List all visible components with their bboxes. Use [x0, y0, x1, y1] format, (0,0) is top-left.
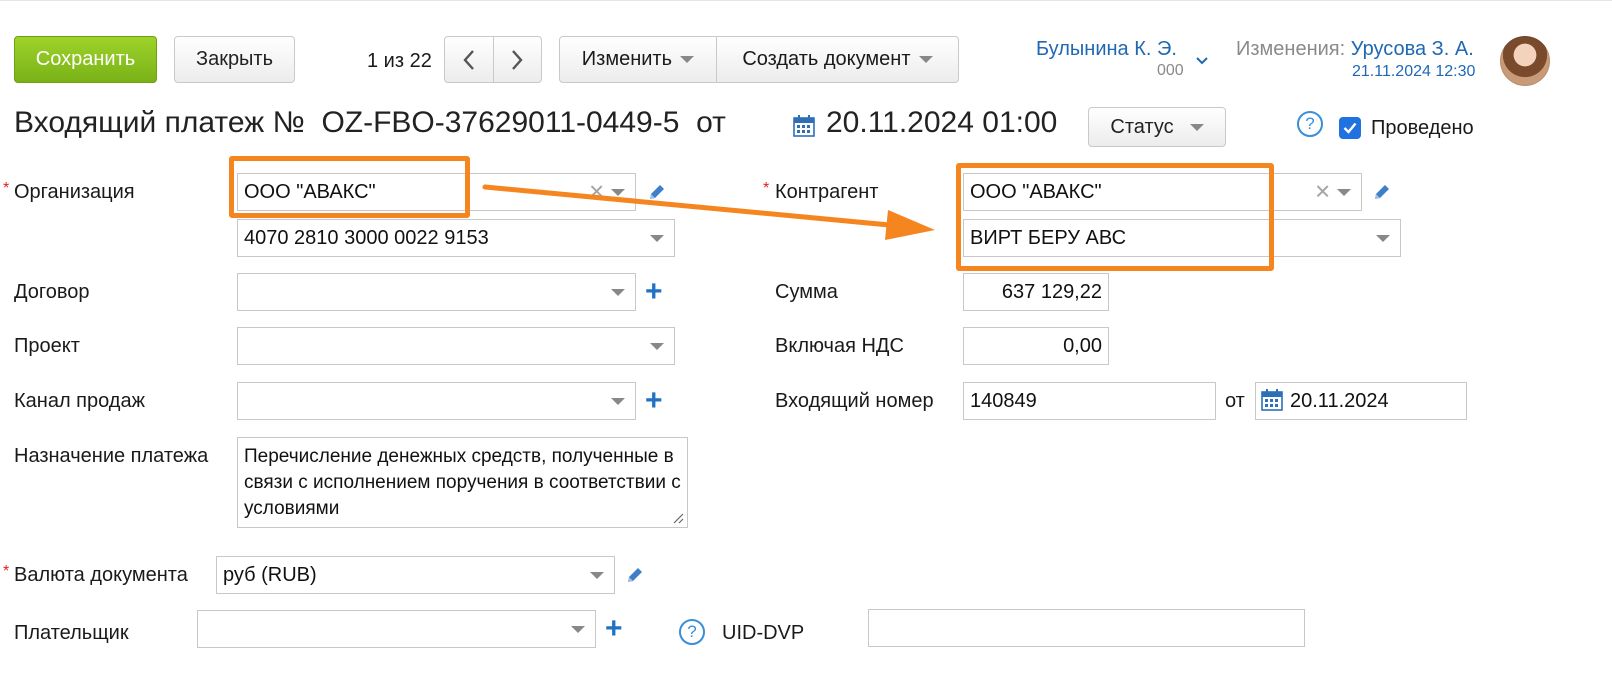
bank-account-value: 4070 2810 3000 0022 9153 — [244, 226, 489, 249]
change-button[interactable]: Изменить — [560, 37, 716, 82]
dropdown-arrow-icon[interactable] — [611, 398, 625, 405]
changes-user[interactable]: Урусова З. А. — [1351, 38, 1474, 60]
dropdown-arrow-icon[interactable] — [571, 626, 585, 633]
currency-value: руб (RUB) — [223, 563, 317, 586]
check-icon — [1343, 122, 1357, 134]
title-from: от — [696, 106, 726, 139]
action-group: Изменить Создать документ — [559, 36, 959, 83]
vat-field[interactable]: 0,00 — [963, 327, 1109, 365]
incoming-from-label: от — [1225, 390, 1245, 412]
posted-checkbox[interactable] — [1339, 117, 1361, 139]
chevron-left-icon — [463, 49, 474, 70]
incoming-date-field[interactable]: 20.11.2024 — [1255, 382, 1467, 420]
pencil-icon[interactable] — [1372, 182, 1392, 202]
resize-handle-icon[interactable] — [672, 512, 684, 524]
calendar-icon[interactable] — [793, 115, 815, 137]
status-label: Статус — [1110, 115, 1174, 138]
dropdown-arrow-icon — [918, 56, 933, 63]
pager-nav — [444, 36, 542, 83]
create-document-label: Создать документ — [742, 48, 911, 70]
pager-text: 1 из 22 — [367, 50, 432, 72]
payment-purpose-label: Назначение платежа — [14, 445, 209, 467]
project-field[interactable] — [237, 327, 675, 365]
pencil-icon[interactable] — [647, 182, 667, 202]
dropdown-arrow-icon[interactable] — [650, 235, 664, 242]
add-contract-button[interactable]: + — [645, 277, 663, 307]
posted-label: Проведено — [1371, 117, 1474, 139]
dropdown-arrow-icon[interactable] — [1337, 189, 1351, 196]
current-user-code: 000 — [1157, 62, 1184, 79]
dropdown-arrow-icon[interactable] — [611, 289, 625, 296]
payer-label: Плательщик — [14, 622, 129, 644]
next-button[interactable] — [492, 37, 541, 82]
sales-channel-label: Канал продаж — [14, 390, 145, 412]
status-dropdown[interactable]: Статус — [1088, 107, 1226, 147]
changes-date: 21.11.2024 12:30 — [1352, 63, 1476, 80]
prev-button[interactable] — [445, 37, 493, 82]
document-datetime[interactable]: 20.11.2024 01:00 — [826, 106, 1057, 140]
payment-purpose-textarea[interactable]: Перечисление денежных средств, полученны… — [237, 437, 688, 528]
dropdown-arrow-icon — [1189, 123, 1204, 131]
dropdown-arrow-icon[interactable] — [611, 189, 625, 196]
calendar-icon[interactable] — [1261, 389, 1283, 411]
highlight-box-counterparty — [956, 163, 1274, 271]
incoming-number-field[interactable]: 140849 — [963, 382, 1216, 420]
currency-field[interactable]: руб (RUB) — [216, 556, 615, 594]
document-number: OZ-FBO-37629011-0449-5 — [321, 106, 680, 139]
create-document-button[interactable]: Создать документ — [715, 37, 958, 82]
sum-field[interactable]: 637 129,22 — [963, 273, 1109, 311]
vat-value: 0,00 — [1063, 334, 1102, 357]
top-border — [0, 0, 1612, 1]
vat-label: Включая НДС — [775, 335, 904, 357]
clear-icon[interactable]: ✕ — [588, 180, 605, 205]
required-mark: * — [763, 180, 770, 197]
page-title: Входящий платеж № OZ-FBO-37629011-0449-5… — [14, 106, 726, 140]
title-prefix: Входящий платеж № — [14, 106, 305, 139]
highlight-box-organization — [229, 156, 470, 218]
dropdown-arrow-icon[interactable] — [1376, 235, 1390, 242]
help-icon[interactable]: ? — [679, 619, 705, 645]
help-icon[interactable]: ? — [1297, 111, 1323, 137]
required-mark: * — [3, 563, 10, 580]
incoming-number-value: 140849 — [970, 389, 1037, 412]
pencil-icon[interactable] — [625, 565, 645, 585]
clear-icon[interactable]: ✕ — [1314, 180, 1331, 205]
dropdown-arrow-icon[interactable] — [590, 572, 604, 579]
currency-label: Валюта документа — [14, 564, 188, 586]
bank-account-field[interactable]: 4070 2810 3000 0022 9153 — [237, 219, 675, 257]
sales-channel-field[interactable] — [237, 382, 636, 420]
contract-field[interactable] — [237, 273, 636, 311]
project-label: Проект — [14, 335, 80, 357]
sum-label: Сумма — [775, 281, 838, 303]
dropdown-arrow-icon — [680, 56, 695, 63]
counterparty-label: Контрагент — [775, 181, 879, 203]
save-button[interactable]: Сохранить — [14, 36, 157, 83]
dropdown-arrow-icon[interactable] — [650, 343, 664, 350]
changes-info: Изменения: Урусова З. А. — [1236, 38, 1474, 61]
incoming-number-label: Входящий номер — [775, 390, 934, 412]
payer-field[interactable] — [197, 610, 596, 648]
changes-label: Изменения: — [1236, 38, 1346, 60]
uid-dvp-field[interactable] — [868, 609, 1305, 647]
incoming-date-value: 20.11.2024 — [1290, 389, 1389, 412]
contract-label: Договор — [14, 281, 90, 303]
change-label: Изменить — [581, 48, 673, 70]
current-user-name[interactable]: Булынина К. Э. — [1036, 38, 1177, 61]
uid-dvp-label: UID-DVP — [722, 622, 805, 644]
chevron-right-icon — [512, 49, 524, 70]
organization-label: Организация — [14, 181, 135, 203]
sum-value: 637 129,22 — [1001, 280, 1102, 303]
avatar[interactable] — [1500, 36, 1550, 86]
user-menu-chevron-icon[interactable] — [1196, 57, 1208, 65]
required-mark: * — [3, 180, 10, 197]
add-payer-button[interactable]: + — [605, 614, 623, 644]
payment-purpose-value: Перечисление денежных средств, полученны… — [244, 446, 681, 519]
add-sales-channel-button[interactable]: + — [645, 386, 663, 416]
close-button[interactable]: Закрыть — [174, 36, 295, 83]
